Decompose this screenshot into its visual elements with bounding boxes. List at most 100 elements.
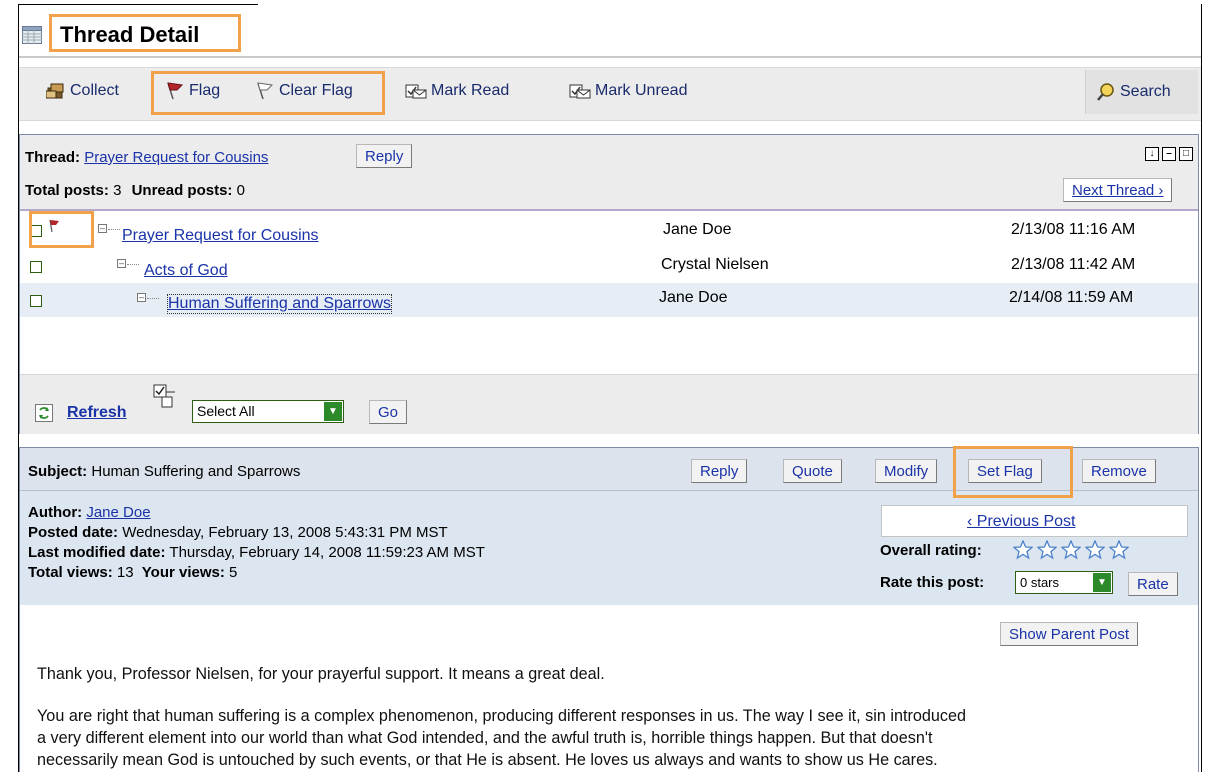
subject-label: Subject: [28,463,88,480]
collect-button[interactable]: Collect [46,82,119,100]
table-row-selected[interactable]: – Human Suffering and Sparrows Jane Doe … [20,283,1198,317]
thread-label: Thread: [25,149,81,166]
thread-line: Thread: Prayer Request for Cousins [25,149,268,166]
mark-unread-icon [569,84,591,99]
post-date: 2/13/08 11:16 AM [1011,221,1136,238]
thread-panel: Thread: Prayer Request for Cousins Reply… [19,134,1199,434]
modified-line: Last modified date: Thursday, February 1… [28,544,485,561]
modify-button[interactable]: Modify [875,459,938,483]
next-thread-link[interactable]: Next Thread › [1072,182,1163,199]
thread-grid-icon [22,26,42,44]
previous-post-box: ‹ Previous Post [881,505,1188,537]
post-date: 2/13/08 11:42 AM [1011,256,1136,273]
page-title: Thread Detail [60,22,200,47]
post-reply-button[interactable]: Reply [691,459,748,483]
thread-reply-button[interactable]: Reply [356,144,413,168]
row-checkbox[interactable] [30,295,42,307]
author-label: Author: [28,504,83,521]
mark-read-icon [405,84,427,99]
views-value: 13 [116,564,134,581]
star-icon [1013,540,1033,560]
post-title-link[interactable]: Prayer Request for Cousins [122,227,319,245]
subject-line: Subject: Human Suffering and Sparrows [28,463,300,480]
author-link[interactable]: Jane Doe [86,504,150,521]
post-date: 2/14/08 11:59 AM [1009,289,1134,306]
select-action-dropdown[interactable]: Select All ▼ [192,400,344,423]
star-icon [1037,540,1057,560]
mark-read-label: Mark Read [431,82,510,99]
refresh-link[interactable]: Refresh [67,404,127,422]
next-thread-button[interactable]: Next Thread › [1063,178,1173,202]
collapse-icon[interactable]: – [137,293,146,302]
subject-value: Human Suffering and Sparrows [91,463,301,480]
refresh-icon[interactable] [35,404,53,422]
star-icon [1085,540,1105,560]
search-label: Search [1120,83,1171,100]
thread-footer: Refresh Select All ▼ Go [20,374,1198,434]
views-label: Total views: [28,564,113,581]
post-title-link[interactable]: Human Suffering and Sparrows [167,294,392,314]
search-inner: Search [1096,82,1171,102]
frame-right-rule [1201,4,1202,772]
modified-label: Last modified date: [28,544,166,561]
post-body-paragraph: Thank you, Professor Nielsen, for your p… [37,665,605,683]
rate-button[interactable]: Rate [1128,572,1178,596]
author-line: Author: Jane Doe [28,504,151,521]
mark-unread-label: Mark Unread [595,82,688,99]
previous-post-link[interactable]: ‹ Previous Post [967,513,1075,531]
post-title-link[interactable]: Acts of God [144,262,228,280]
mark-read-button[interactable]: Mark Read [405,82,509,100]
views-line: Total views: 13 Your views: 5 [28,564,237,581]
post-author: Jane Doe [659,289,728,306]
post-counts: Total posts: 3 Unread posts: 0 [25,182,245,199]
post-body-line: a very different element into our world … [37,729,933,747]
quote-button[interactable]: Quote [783,459,842,483]
flag-group-highlight [151,71,385,115]
search-icon [1097,83,1114,101]
chevron-down-icon: ▼ [324,402,342,421]
star-icon [1061,540,1081,560]
page-title-highlight: Thread Detail [49,14,241,52]
select-multiple-icon [153,384,175,408]
set-flag-highlight [953,446,1073,498]
collapse-icon[interactable]: – [117,259,126,268]
thread-name-link[interactable]: Prayer Request for Cousins [84,149,268,166]
select-action-value: Select All [197,403,255,419]
go-button[interactable]: Go [369,400,408,424]
title-divider [19,56,1201,58]
your-views-value: 5 [229,564,238,581]
search-button[interactable]: Search [1085,70,1198,114]
remove-button[interactable]: Remove [1082,459,1156,483]
maximize-icon[interactable]: □ [1179,147,1193,161]
collect-label: Collect [70,82,119,99]
expand-icon[interactable]: ↓ [1145,147,1159,161]
posted-value: Wednesday, February 13, 2008 5:43:31 PM … [122,524,448,541]
chevron-down-icon: ▼ [1093,573,1111,592]
tree-connector [147,298,159,300]
table-row[interactable]: – Acts of God Crystal Nielsen 2/13/08 11… [20,249,1198,281]
tree-connector [108,229,120,231]
unread-posts-label: Unread posts: [131,182,233,199]
show-parent-post-button[interactable]: Show Parent Post [1000,622,1139,646]
rating-dropdown[interactable]: 0 stars ▼ [1015,571,1113,594]
rating-value: 0 stars [1020,575,1060,590]
row-checkbox[interactable] [30,261,42,273]
table-row[interactable]: – Prayer Request for Cousins Jane Doe 2/… [20,213,1198,245]
post-author: Jane Doe [663,221,732,238]
post-body-line: necessarily mean God is untouched by suc… [37,751,938,769]
unread-posts-value: 0 [236,182,245,199]
overall-rating-label: Overall rating: [880,542,982,559]
row-flag-highlight [29,211,94,248]
mark-unread-button[interactable]: Mark Unread [569,82,687,100]
your-views-label: Your views: [141,564,225,581]
minimize-icon[interactable]: – [1162,147,1176,161]
post-author: Crystal Nielsen [661,256,769,273]
modified-value: Thursday, February 14, 2008 11:59:23 AM … [169,544,485,561]
total-posts-value: 3 [113,182,122,199]
posted-label: Posted date: [28,524,119,541]
posted-line: Posted date: Wednesday, February 13, 200… [28,524,448,541]
post-body-line: You are right that human suffering is a … [37,707,966,725]
collapse-icon[interactable]: – [98,224,107,233]
thread-header: Thread: Prayer Request for Cousins Reply… [20,135,1198,211]
title-bar: Thread Detail [0,0,1205,62]
